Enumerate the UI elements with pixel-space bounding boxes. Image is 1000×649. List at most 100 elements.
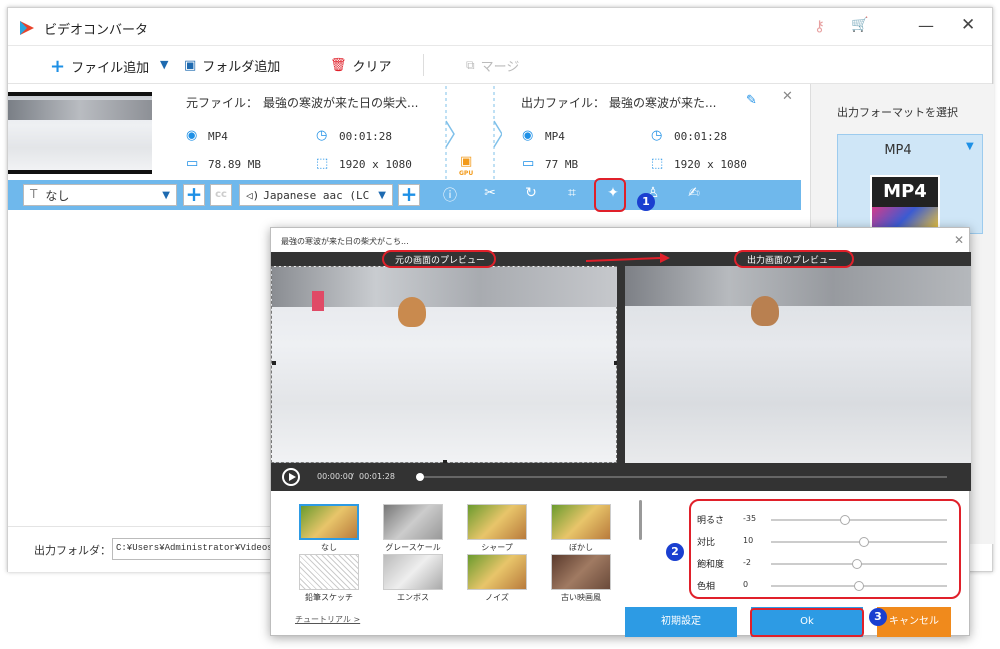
annotation-highlight-effects: [594, 178, 626, 212]
edit-toolbar: T なし ▼ + cc ◁) Japanese aac (LC ▼ + ⓘ ✂ ↻ …: [8, 180, 801, 210]
output-file-name: 最強の寒波が来た...: [609, 96, 717, 110]
annotation-arrow: [586, 253, 670, 263]
format-selector[interactable]: MP4 ▼ MP4: [837, 134, 983, 234]
add-file-dropdown-icon[interactable]: ▼: [160, 58, 168, 71]
annotation-highlight-ok: [750, 608, 864, 637]
add-file-button[interactable]: + ファイル追加: [50, 56, 149, 77]
main-toolbar: + ファイル追加 ▼ ▣ フォルダ追加 🗑 クリア ⧉ マージ: [8, 46, 992, 84]
key-icon[interactable]: ⚷: [814, 17, 825, 35]
tutorial-link[interactable]: チュートリアル >: [295, 614, 360, 625]
filter-thumb[interactable]: [299, 504, 359, 540]
folder-icon: ▣: [184, 58, 197, 73]
speaker-icon: ◁): [246, 188, 260, 202]
filter-thumb[interactable]: [299, 554, 359, 590]
folder-size-icon: ▭: [186, 156, 199, 171]
filter-label: グレースケール: [385, 543, 441, 552]
scissors-icon[interactable]: ✂: [479, 185, 501, 205]
filter-thumb[interactable]: [467, 504, 527, 540]
rotate-icon[interactable]: ↻: [520, 185, 542, 205]
output-resolution: 1920 x 1080: [674, 158, 747, 171]
text-icon: T: [30, 186, 38, 201]
filter-thumb[interactable]: [551, 504, 611, 540]
video-thumbnail[interactable]: [8, 92, 152, 174]
out-size-icon: ▭: [522, 156, 535, 171]
edit-name-icon[interactable]: ✎: [746, 93, 757, 108]
add-folder-button[interactable]: ▣ フォルダ追加: [184, 56, 280, 75]
add-file-label: ファイル追加: [71, 61, 150, 76]
crop-icon[interactable]: ⌗: [561, 185, 583, 205]
filter-thumb[interactable]: [551, 554, 611, 590]
source-preview[interactable]: [271, 266, 618, 464]
step-badge-2: 2: [666, 543, 684, 561]
filter-thumb[interactable]: [383, 504, 443, 540]
merge-icon: ⧉: [466, 58, 475, 72]
output-duration: 00:01:28: [674, 130, 727, 143]
reset-button[interactable]: 初期設定: [625, 607, 737, 637]
merge-button[interactable]: ⧉ マージ: [466, 56, 519, 75]
source-duration: 00:01:28: [339, 130, 392, 143]
output-size: 77 MB: [545, 158, 579, 171]
out-resolution-icon: ⬚: [651, 156, 664, 171]
mp4-format-icon: MP4: [870, 175, 940, 231]
mp4-icon-text: MP4: [883, 181, 927, 202]
output-folder-label: 出力フォルダ：: [34, 544, 111, 557]
step-badge-1: 1: [637, 193, 655, 211]
filter-label: エンボス: [397, 593, 429, 602]
annotation-highlight-sliders: [689, 499, 961, 599]
clear-label: クリア: [352, 60, 392, 75]
cc-icon[interactable]: cc: [210, 184, 232, 206]
gpu-chip-icon: ▣: [460, 154, 473, 169]
toolbar-divider: [423, 54, 424, 76]
gpu-label: GPU: [459, 170, 474, 177]
cart-icon[interactable]: 🛒: [851, 17, 868, 33]
out-clock-icon: ◷: [651, 128, 663, 143]
output-folder-input[interactable]: C:¥Users¥Administrator¥Videos¥Wo: [112, 538, 272, 560]
dog-figure: [398, 297, 426, 327]
seek-track[interactable]: [419, 476, 947, 478]
dialog-close-icon[interactable]: ✕: [954, 233, 964, 247]
output-file-label: 出力ファイル：: [521, 96, 606, 110]
add-audio-button[interactable]: +: [398, 184, 420, 206]
output-format: MP4: [545, 130, 565, 143]
subtitle-select[interactable]: T なし ▼: [23, 184, 177, 206]
audio-track-select[interactable]: ◁) Japanese aac (LC ▼: [239, 184, 393, 206]
time-separator: /: [351, 472, 354, 481]
dog-figure: [751, 296, 779, 326]
merge-label: マージ: [480, 60, 520, 75]
source-resolution: 1920 x 1080: [339, 158, 412, 171]
subtitle-edit-icon[interactable]: ✍: [683, 185, 705, 205]
annotation-highlight-output: [734, 250, 854, 268]
filter-thumb[interactable]: [383, 554, 443, 590]
close-icon[interactable]: ✕: [961, 15, 975, 35]
filter-label: 古い映画風: [561, 593, 601, 602]
remove-file-icon[interactable]: ✕: [782, 89, 793, 104]
filter-label: ノイズ: [485, 593, 509, 602]
format-icon: ◉: [186, 128, 198, 143]
info-icon[interactable]: ⓘ: [439, 185, 461, 205]
app-title: ビデオコンバータ: [44, 23, 149, 38]
out-format-icon: ◉: [522, 128, 534, 143]
dialog-title: 最強の寒波が来た日の柴犬がこち...: [281, 237, 409, 246]
output-preview: [625, 266, 971, 463]
play-button[interactable]: [282, 468, 300, 486]
add-subtitle-button[interactable]: +: [183, 184, 205, 206]
seek-handle[interactable]: [416, 473, 424, 481]
app-logo-icon: [20, 21, 34, 35]
time-total: 00:01:28: [359, 472, 395, 481]
source-file-name: 最強の寒波が来た日の柴犬...: [263, 96, 419, 110]
chevron-down-icon: ▼: [966, 141, 974, 152]
filter-thumb[interactable]: [467, 554, 527, 590]
filter-label: 鉛筆スケッチ: [305, 593, 353, 602]
filter-scrollbar[interactable]: [639, 500, 642, 540]
cancel-button[interactable]: キャンセル: [877, 607, 951, 637]
trash-icon: 🗑: [330, 58, 347, 73]
audio-track-value: Japanese aac (LC: [263, 188, 370, 202]
annotation-highlight-source: [382, 250, 496, 268]
playback-bar: 00:00:00 / 00:01:28: [271, 463, 971, 491]
clear-button[interactable]: 🗑 クリア: [330, 56, 392, 75]
plus-icon: +: [50, 56, 66, 77]
minimize-icon[interactable]: —: [918, 16, 934, 35]
chevron-down-icon: ▼: [162, 189, 170, 201]
play-icon: [289, 473, 296, 481]
subtitle-value: なし: [45, 188, 70, 203]
